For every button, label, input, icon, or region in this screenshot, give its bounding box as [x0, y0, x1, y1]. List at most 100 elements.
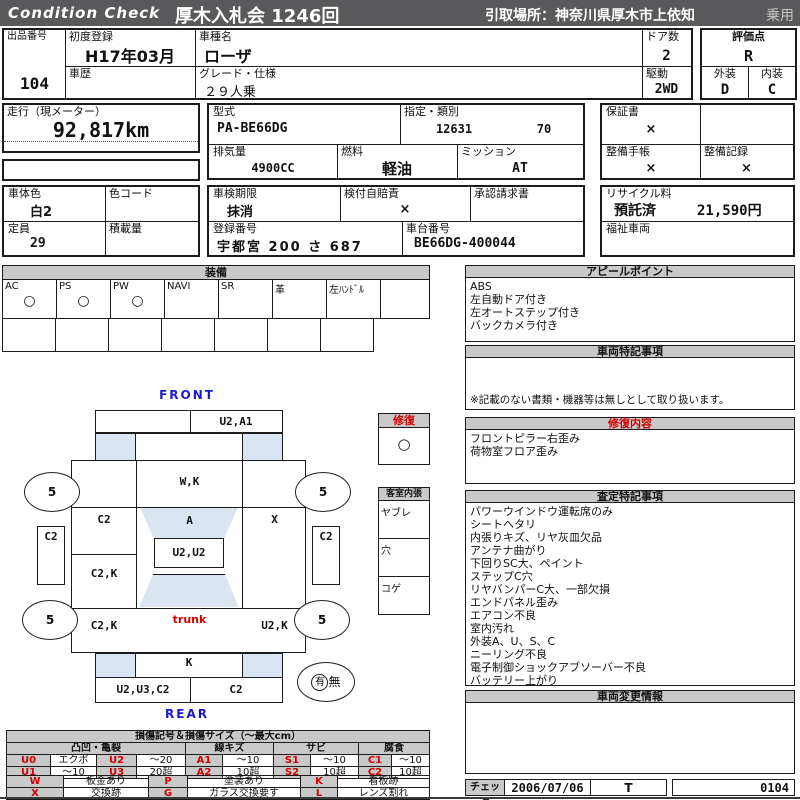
cabin-interior-title: 客室内張 — [378, 487, 430, 501]
documents-block: 保証書 × 整備手帳 × 整備記録 × — [600, 103, 795, 180]
assessment-line: 内張りキズ、リヤ灰皿欠品 — [470, 531, 602, 544]
rear-corner-right — [242, 653, 283, 678]
equipment-table: 装備 AC ○ PS ○ PW ○ NAVI SR 革 左ﾊﾝﾄﾞﾙ — [2, 265, 430, 352]
drive: 2WD — [654, 82, 679, 97]
recycle-label: リサイクル料 — [606, 187, 672, 200]
legend-value: 〜10 — [390, 754, 431, 767]
assessment-line: 室内汚れ — [470, 622, 514, 635]
left-side-mark: C2 — [44, 530, 58, 543]
legend-code: W — [6, 775, 64, 788]
body-outline: W,K C2 A X C2,K U2,U2 C2,K trunk U2,K — [71, 460, 306, 653]
class-label: 指定・類別 — [404, 105, 459, 118]
damage-diagram: FRONT U2,A1 W,K C2 A X C2,K U2,U2 C2,K t… — [20, 385, 370, 730]
first-registration: H17年03月 — [85, 47, 175, 66]
repair-details-line: 荷物室フロア歪み — [470, 445, 558, 458]
equipment-mark: ○ — [77, 293, 90, 309]
equipment-empty-cell — [161, 318, 215, 352]
equipment-cell-pw: PW ○ — [110, 279, 165, 319]
class-number-1: 12631 — [435, 122, 473, 136]
rear-corner-left — [95, 653, 136, 678]
repair-details-body: フロントピラー右歪み 荷物室フロア歪み — [465, 429, 795, 484]
auction-title: 厚木入札会 1246回 — [175, 6, 340, 27]
chassis-number-label: 車台番号 — [406, 222, 450, 235]
wheel-front-left: 5 — [24, 472, 80, 512]
auction-sheet: Condition Check 厚木入札会 1246回 引取場所：神奈川県厚木市… — [0, 0, 800, 800]
equipment-cell-lhd: 左ﾊﾝﾄﾞﾙ — [326, 279, 381, 319]
mileage-extra-box — [2, 159, 200, 181]
assessment-line: バッテリー上がり — [470, 674, 558, 687]
rear-bumper-bar: U2,U3,C2 C2 — [95, 677, 283, 703]
appeal-line: ABS — [470, 280, 492, 293]
damage-size-legend: 損傷記号＆損傷サイズ（〜最大cm） 凸凹・亀裂 線キズ サビ 腐食 U0 エクボ… — [5, 730, 431, 779]
first-registration-label: 初度登録 — [69, 30, 113, 43]
title-bar: Condition Check 厚木入札会 1246回 引取場所：神奈川県厚木市… — [0, 0, 800, 27]
recycle-fee: 21,590円 — [697, 203, 762, 219]
color-capacity-block: 車体色 白2 色コード 定員 29 積載量 — [2, 185, 200, 257]
registration-number: 宇都宮 200 さ 687 — [217, 240, 363, 255]
rear-bumper-left-mark: U2,U3,C2 — [116, 683, 170, 696]
legend-value: 〜10 — [222, 754, 274, 767]
equipment-empty-cell — [108, 318, 162, 352]
brand-logo: Condition Check — [8, 4, 161, 22]
score-value: R — [743, 47, 754, 65]
roof-front-mark: A — [186, 514, 193, 527]
history-label: 車歴 — [69, 67, 91, 80]
displacement: 4900CC — [251, 161, 295, 175]
lot-number: 104 — [20, 74, 49, 93]
model-code: PA-BE66DG — [217, 121, 288, 136]
assessment-line: リヤバンパーC大、一部欠損 — [470, 583, 611, 596]
score-label: 評価点 — [732, 30, 765, 43]
appeal-line: 左オートステップ付き — [470, 306, 580, 319]
assessment-line: パワーウインドウ運転席のみ — [470, 505, 613, 518]
maintenance-record-label: 整備記録 — [704, 145, 748, 158]
legend-code: K — [300, 775, 338, 788]
grade: ２９人乗 — [204, 85, 257, 100]
equipment-label: 左ﾊﾝﾄﾞﾙ — [329, 285, 364, 296]
rear-bumper-right-mark: C2 — [229, 683, 243, 696]
repair-mark: ○ — [397, 435, 411, 453]
assessment-line: エンドパネル歪み — [470, 596, 558, 609]
cabin-interior-row-label: コゲ — [381, 584, 401, 595]
front-label: FRONT — [159, 388, 215, 402]
roof-center-mark: U2,U2 — [172, 546, 206, 559]
assessment-line: シートヘタリ — [470, 518, 536, 531]
insurance-label: 検付自賠責 — [344, 187, 399, 200]
windshield-mark: W,K — [179, 475, 200, 488]
equipment-cell-ps: PS ○ — [56, 279, 111, 319]
recycle-block: リサイクル料 預託済 21,590円 福祉車両 — [600, 185, 795, 257]
cabin-interior-row-hole: 穴 — [379, 539, 429, 577]
mileage-value: 92,817km — [52, 118, 150, 142]
vehicle-notes-disclaimer: ※記載のない書類・機器等は無しとして取り扱います。 — [470, 394, 730, 406]
assessment-line: 外装A、U、S、C — [470, 635, 556, 648]
equipment-label: SR — [221, 281, 235, 292]
rear-window-shape — [139, 574, 239, 607]
equipment-cell-sr: SR — [218, 279, 273, 319]
interior-label: 内装 — [761, 67, 783, 80]
assessment-body: パワーウインドウ運転席のみ シートヘタリ 内張りキズ、リヤ灰皿欠品 アンテナ曲が… — [465, 502, 795, 687]
check-date: 2006/07/06 — [504, 779, 591, 796]
equipment-mark: ○ — [131, 293, 144, 309]
chassis-number: BE66DG-400044 — [414, 236, 516, 251]
equipment-cell-extra — [380, 279, 430, 319]
legend-group-corrosion: 腐食 — [357, 742, 431, 755]
color-code-label: 色コード — [109, 187, 153, 200]
change-info-body — [465, 702, 795, 774]
cabin-interior-row-tear: ヤブレ — [379, 501, 429, 539]
rear-panel-mark: K — [185, 656, 193, 669]
drive-label: 駆動 — [646, 67, 668, 80]
warranty-mark: × — [645, 122, 657, 137]
cabin-interior-row-label: 穴 — [381, 546, 391, 557]
model-name: ローザ — [204, 47, 252, 66]
left-rear-panel-mark: C2,K — [90, 619, 118, 632]
right-side-mark: C2 — [319, 530, 333, 543]
equipment-empty-cell — [2, 318, 56, 352]
cabin-interior-box: 客室内張 ヤブレ 穴 コゲ — [378, 487, 430, 615]
tools-absent-mark: 無 — [328, 675, 341, 689]
displacement-label: 排気量 — [213, 145, 246, 158]
mission-label: ミッション — [461, 145, 516, 158]
equipment-label: PS — [59, 281, 72, 292]
maintenance-record-mark: × — [741, 161, 752, 176]
class-number-2: 70 — [536, 122, 552, 136]
wheel-rear-left: 5 — [22, 600, 78, 640]
equipment-empty-cell — [214, 318, 268, 352]
